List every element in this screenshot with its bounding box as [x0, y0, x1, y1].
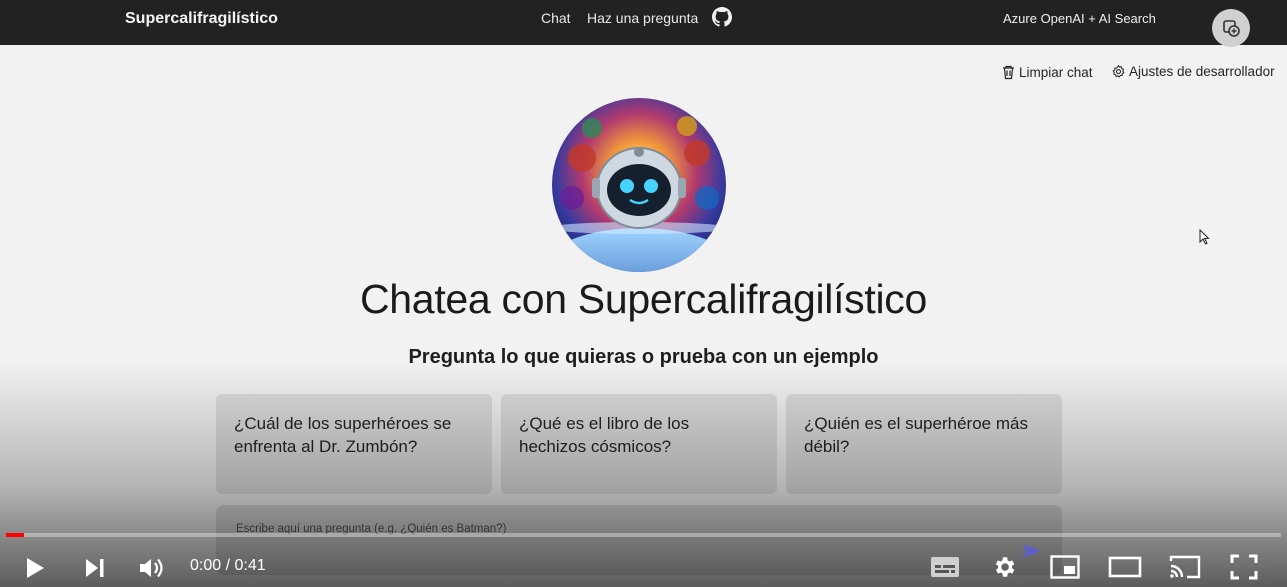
- chatbot-logo-image: [552, 98, 726, 272]
- miniplayer-icon: [1050, 555, 1080, 579]
- mouse-cursor-icon: [1199, 229, 1210, 245]
- progress-played: [6, 533, 24, 537]
- add-to-queue-button[interactable]: [1212, 9, 1250, 47]
- theater-icon: [1108, 556, 1142, 578]
- next-button[interactable]: [80, 553, 110, 583]
- page-subtitle: Pregunta lo que quieras o prueba con un …: [408, 346, 879, 368]
- nav-chat[interactable]: Chat: [541, 10, 571, 26]
- trash-icon: [1003, 65, 1014, 80]
- volume-button[interactable]: [137, 553, 167, 583]
- send-icon[interactable]: [1022, 543, 1042, 559]
- settings-button[interactable]: [989, 552, 1019, 582]
- subtitles-icon: [931, 557, 959, 577]
- app-brand[interactable]: Supercalifragilístico: [125, 10, 278, 28]
- settings-icon: [995, 557, 1015, 577]
- play-icon: [27, 558, 44, 578]
- example-card-2[interactable]: ¿Qué es el libro de los hechizos cósmico…: [501, 394, 777, 494]
- subtitles-button[interactable]: [929, 554, 961, 580]
- volume-icon: [140, 558, 163, 578]
- next-icon: [86, 559, 104, 577]
- fullscreen-button[interactable]: [1229, 553, 1259, 581]
- developer-settings-button[interactable]: Ajustes de desarrollador: [1111, 64, 1275, 79]
- theater-mode-button[interactable]: [1107, 553, 1143, 581]
- cast-icon: [1169, 555, 1201, 579]
- page-title: Chatea con Supercalifragilístico: [360, 276, 927, 322]
- nav-ask-question[interactable]: Haz una pregunta: [587, 10, 698, 26]
- gear-icon: [1112, 65, 1125, 78]
- play-button[interactable]: [20, 553, 50, 583]
- top-nav-bar: Supercalifragilístico Chat Haz una pregu…: [0, 0, 1287, 47]
- search-provider-label: Azure OpenAI + AI Search: [1003, 11, 1156, 26]
- clear-chat-label: Limpiar chat: [1019, 64, 1093, 80]
- github-icon[interactable]: [712, 7, 732, 27]
- fullscreen-icon: [1230, 554, 1258, 580]
- clear-chat-button[interactable]: Limpiar chat: [1001, 64, 1093, 80]
- clock-plus-icon: [1223, 20, 1240, 37]
- progress-bar[interactable]: [6, 533, 1281, 537]
- example-card-3[interactable]: ¿Quién es el superhéroe más débil?: [786, 394, 1062, 494]
- cast-button[interactable]: [1168, 553, 1202, 581]
- time-display: 0:00 / 0:41: [190, 557, 266, 574]
- example-card-1[interactable]: ¿Cuál de los superhéroes se enfrenta al …: [216, 394, 492, 494]
- miniplayer-button[interactable]: [1049, 553, 1081, 581]
- developer-settings-label: Ajustes de desarrollador: [1129, 64, 1275, 79]
